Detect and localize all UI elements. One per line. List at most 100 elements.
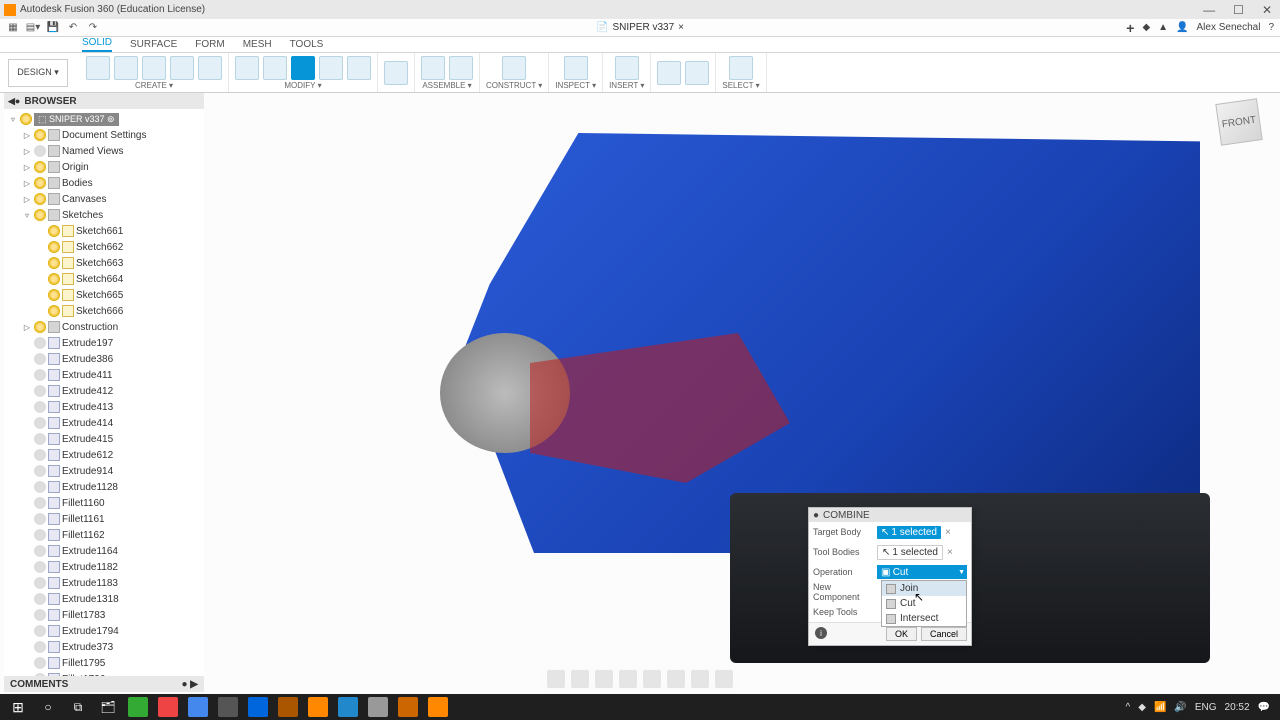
viewport[interactable]: FRONT ◀● BROWSER ▿⬚ SNIPER v337 ⊚▷Docume… [0,93,1280,694]
ok-button[interactable]: OK [886,627,917,641]
ribbon-tool-icon[interactable] [142,56,166,80]
file-menu-icon[interactable]: ▤▾ [26,21,40,35]
ribbon-tool-icon[interactable] [198,56,222,80]
visibility-icon[interactable] [34,145,46,157]
comments-panel[interactable]: COMMENTS ● ▶ [4,676,204,692]
tree-node[interactable]: Extrude413 [4,399,204,415]
visibility-icon[interactable] [34,593,46,605]
ribbon-tool-icon[interactable] [263,56,287,80]
redo-icon[interactable]: ↷ [86,21,100,35]
ribbon-tool-icon[interactable] [502,56,526,80]
visibility-icon[interactable] [34,497,46,509]
orbit-icon[interactable] [547,670,565,688]
app-icon-2[interactable] [154,696,182,718]
visibility-icon[interactable] [48,241,60,253]
tree-node[interactable]: Extrude414 [4,415,204,431]
extensions-icon[interactable]: ◆ [1142,22,1150,33]
tree-node[interactable]: ▷Bodies [4,175,204,191]
cancel-button[interactable]: Cancel [921,627,967,641]
tree-node[interactable]: Extrude1794 [4,623,204,639]
ribbon-tool-icon[interactable] [114,56,138,80]
app-icon-1[interactable] [124,696,152,718]
tree-node[interactable]: Fillet1160 [4,495,204,511]
close-button[interactable]: ✕ [1262,3,1272,17]
app-icon-5[interactable] [244,696,272,718]
visibility-icon[interactable] [34,561,46,573]
tree-node[interactable]: Extrude612 [4,447,204,463]
fit-icon[interactable] [643,670,661,688]
task-view-icon[interactable]: ⧉ [64,696,92,718]
ribbon-tool-icon[interactable] [615,56,639,80]
operation-select[interactable]: ▣ Cut ▼ [877,565,967,579]
app-icon-6[interactable] [274,696,302,718]
visibility-icon[interactable] [34,193,46,205]
tree-node[interactable]: Fillet1162 [4,527,204,543]
tree-node[interactable]: Sketch665 [4,287,204,303]
tree-node[interactable]: Extrude197 [4,335,204,351]
app-icon-7[interactable] [304,696,332,718]
visibility-icon[interactable] [34,625,46,637]
expand-icon[interactable]: ▷ [22,195,32,204]
visibility-icon[interactable] [34,449,46,461]
ribbon-tool-icon[interactable] [170,56,194,80]
ribbon-group-label[interactable]: SELECT ▾ [722,81,759,90]
tree-root[interactable]: ▿⬚ SNIPER v337 ⊚ [4,111,204,127]
ribbon-tool-icon[interactable] [449,56,473,80]
expand-icon[interactable]: ▿ [22,211,32,220]
display-settings-icon[interactable] [667,670,685,688]
tree-node[interactable]: Extrude1182 [4,559,204,575]
visibility-icon[interactable] [34,577,46,589]
app-menu-icon[interactable]: ▦ [6,21,20,35]
tree-node[interactable]: Fillet1783 [4,607,204,623]
visibility-icon[interactable] [48,273,60,285]
tree-node[interactable]: Fillet1795 [4,655,204,671]
ribbon-tool-icon[interactable] [291,56,315,80]
minimize-button[interactable]: — [1203,3,1215,17]
tree-node[interactable]: Extrude412 [4,383,204,399]
tree-node[interactable]: Extrude415 [4,431,204,447]
option-cut[interactable]: Cut [882,596,966,611]
tab-tools[interactable]: TOOLS [290,39,324,52]
undo-icon[interactable]: ↶ [66,21,80,35]
document-tab[interactable]: 📄 SNIPER v337 × [596,22,684,33]
ribbon-tool-icon[interactable] [564,56,588,80]
visibility-icon[interactable] [34,641,46,653]
tab-surface[interactable]: SURFACE [130,39,177,52]
tab-solid[interactable]: SOLID [82,37,112,52]
new-tab-button[interactable]: + [1126,20,1134,36]
search-icon[interactable]: ○ [34,696,62,718]
visibility-icon[interactable] [34,353,46,365]
visibility-icon[interactable] [34,385,46,397]
tree-node[interactable]: Extrude1164 [4,543,204,559]
tree-node[interactable]: Sketch662 [4,239,204,255]
visibility-icon[interactable] [34,161,46,173]
visibility-icon[interactable] [34,513,46,525]
tray-icon-2[interactable]: 📶 [1154,702,1166,713]
ribbon-tool-icon[interactable] [347,56,371,80]
ribbon-group-label[interactable]: CREATE ▾ [135,81,173,90]
ribbon-tool-icon[interactable] [235,56,259,80]
tab-mesh[interactable]: MESH [243,39,272,52]
visibility-icon[interactable] [34,129,46,141]
visibility-icon[interactable] [34,369,46,381]
visibility-icon[interactable] [34,657,46,669]
maximize-button[interactable]: ☐ [1233,3,1244,17]
tree-node[interactable]: Sketch663 [4,255,204,271]
ribbon-tool-icon[interactable] [421,56,445,80]
visibility-icon[interactable] [48,257,60,269]
visibility-icon[interactable] [34,609,46,621]
tool-selection[interactable]: ↖ 1 selected [877,545,943,560]
browser-header[interactable]: ◀● BROWSER [4,93,204,109]
tree-node[interactable]: Extrude1318 [4,591,204,607]
app-icon-10[interactable] [394,696,422,718]
tree-node[interactable]: Extrude1183 [4,575,204,591]
browser-collapse-icon[interactable]: ◀● [8,96,20,107]
tab-form[interactable]: FORM [195,39,224,52]
tree-node[interactable]: Sketch664 [4,271,204,287]
visibility-icon[interactable] [34,545,46,557]
combine-dialog[interactable]: ● COMBINE Target Body ↖ 1 selected × Too… [808,507,972,646]
tray-notifications-icon[interactable]: 💬 [1258,702,1270,713]
expand-icon[interactable]: ▷ [22,163,32,172]
ribbon-group-label[interactable]: INSPECT ▾ [555,81,596,90]
expand-icon[interactable]: ▷ [22,179,32,188]
